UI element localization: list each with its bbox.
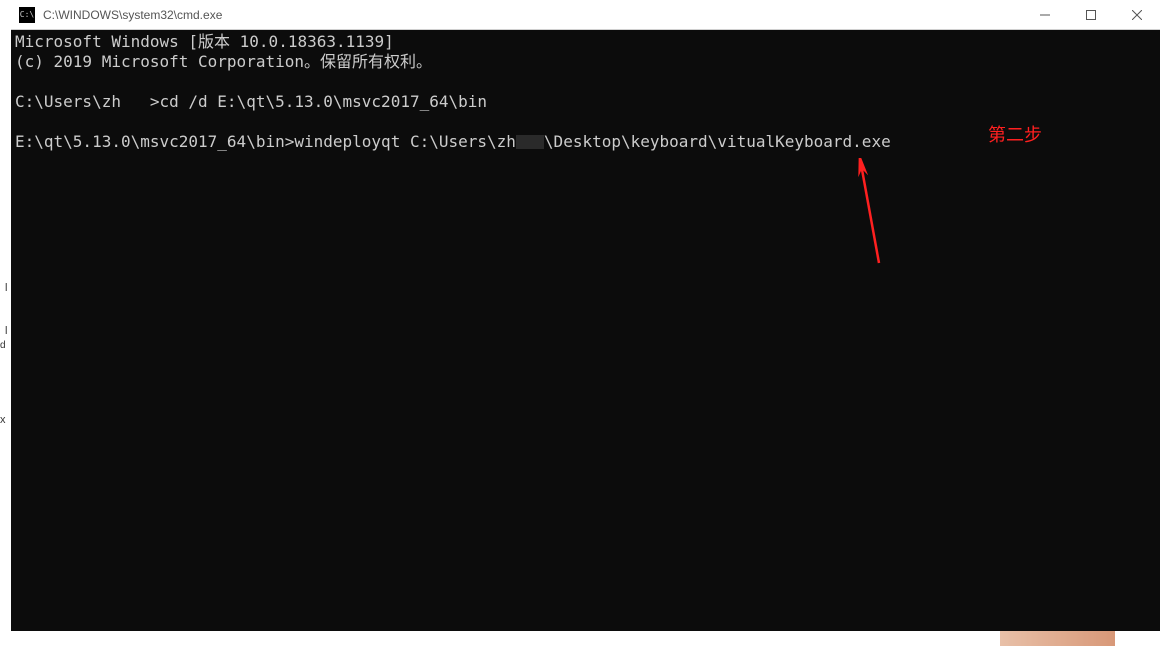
- window-controls: [1022, 0, 1160, 29]
- terminal-command-line: C:\Users\zh >cd /d E:\qt\5.13.0\msvc2017…: [15, 92, 1156, 112]
- redacted-text: [516, 135, 544, 149]
- minimize-button[interactable]: [1022, 0, 1068, 29]
- cmd-window: C:\ C:\WINDOWS\system32\cmd.exe Microsof…: [11, 0, 1160, 631]
- close-button[interactable]: [1114, 0, 1160, 29]
- terminal-command-line: E:\qt\5.13.0\msvc2017_64\bin>windeployqt…: [15, 132, 1156, 152]
- command-text: windeployqt C:\Users\zh: [294, 132, 516, 151]
- bottom-background-strip: [11, 631, 1160, 646]
- terminal-area[interactable]: Microsoft Windows [版本 10.0.18363.1139] (…: [11, 30, 1160, 631]
- cmd-icon: C:\: [19, 7, 35, 23]
- left-margin-artifacts: l l d x: [0, 0, 11, 646]
- window-title: C:\WINDOWS\system32\cmd.exe: [43, 8, 1022, 22]
- bottom-peek-artifact: [1000, 631, 1115, 646]
- command-text: \Desktop\keyboard\vitualKeyboard.exe: [544, 132, 891, 151]
- annotation-arrow-icon: [849, 158, 889, 268]
- terminal-blank-line: [15, 112, 1156, 132]
- terminal-output-line: Microsoft Windows [版本 10.0.18363.1139]: [15, 32, 1156, 52]
- prompt: C:\Users\zh >: [15, 92, 160, 111]
- terminal-blank-line: [15, 72, 1156, 92]
- maximize-button[interactable]: [1068, 0, 1114, 29]
- command-text: cd /d E:\qt\5.13.0\msvc2017_64\bin: [160, 92, 488, 111]
- titlebar[interactable]: C:\ C:\WINDOWS\system32\cmd.exe: [11, 0, 1160, 30]
- prompt: E:\qt\5.13.0\msvc2017_64\bin>: [15, 132, 294, 151]
- terminal-output-line: (c) 2019 Microsoft Corporation。保留所有权利。: [15, 52, 1156, 72]
